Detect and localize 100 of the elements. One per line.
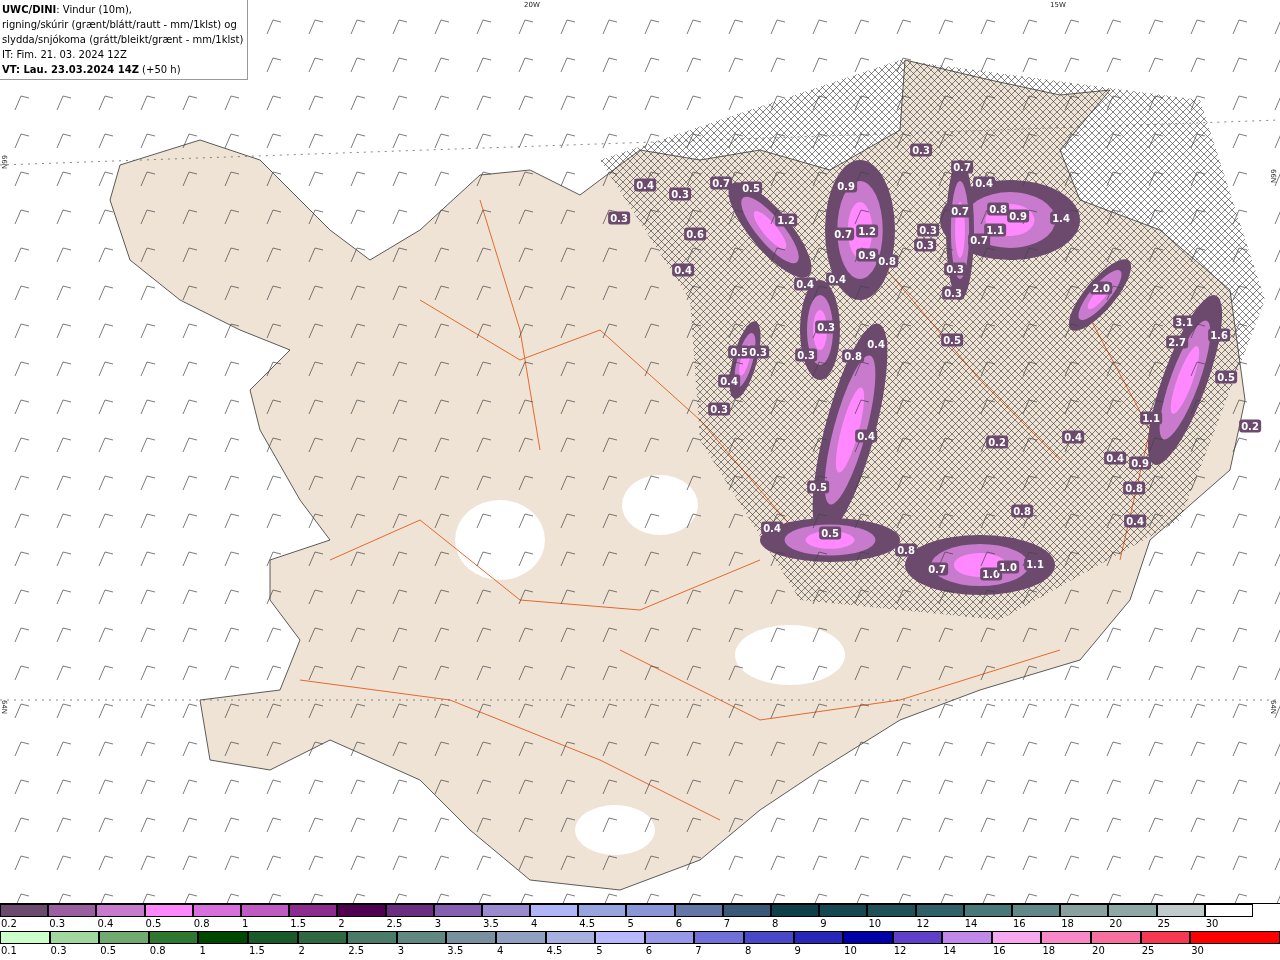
- scale-label: 12: [915, 917, 930, 931]
- scale-label: 2.5: [385, 917, 403, 931]
- value-label: 1.6: [1208, 328, 1230, 342]
- scale-label: 30: [1204, 917, 1219, 931]
- value-label: 1.2: [775, 213, 797, 227]
- scale-label: 0.4: [96, 917, 114, 931]
- value-label: 1.4: [1050, 211, 1072, 225]
- scale-label: 9: [819, 917, 827, 931]
- scale-label: 10: [867, 917, 882, 931]
- value-label: 0.3: [944, 262, 966, 276]
- value-label: 0.5: [807, 480, 829, 494]
- value-label: 2.0: [1090, 281, 1112, 295]
- value-label: 0.5: [1215, 370, 1237, 384]
- value-label: 0.3: [815, 320, 837, 334]
- value-label: 0.3: [795, 348, 817, 362]
- value-label: 0.3: [942, 286, 964, 300]
- scale-label: 8: [771, 917, 779, 931]
- scale-label: 0.8: [148, 944, 166, 958]
- value-label: 0.7: [949, 204, 971, 218]
- value-label: 0.4: [634, 178, 656, 192]
- value-label: 0.8: [895, 543, 917, 557]
- value-label: 0.3: [608, 211, 630, 225]
- value-label: 0.4: [865, 337, 887, 351]
- scale-label: 5: [626, 917, 634, 931]
- scale-label: 3: [433, 917, 442, 931]
- title-line: UWC/DINI: Vindur (10m),: [2, 3, 133, 17]
- scale-label: 0.1: [0, 944, 17, 958]
- value-label: 1.2: [856, 224, 878, 238]
- scale-label: 30: [1190, 944, 1204, 958]
- value-label: 0.5: [740, 181, 762, 195]
- scale-label: 1: [198, 944, 206, 958]
- scale-label: 4: [530, 917, 538, 931]
- value-label: 0.4: [973, 176, 995, 190]
- value-label: 0.7: [710, 176, 732, 190]
- value-label: 0.5: [819, 526, 841, 540]
- value-label: 0.4: [672, 263, 694, 277]
- scale-label: 3: [396, 944, 405, 958]
- scale-label: 0.5: [144, 917, 162, 931]
- scale-label: 5: [595, 944, 603, 958]
- value-label: 0.5: [728, 345, 750, 359]
- scale-label: 0.2: [0, 917, 17, 931]
- title-line: VT: Lau. 23.03.2024 14Z (+50 h): [2, 63, 182, 77]
- scale-label: 4.5: [578, 917, 596, 931]
- value-label: 0.3: [747, 345, 769, 359]
- value-label: 0.8: [987, 202, 1009, 216]
- scale-label: 25: [1140, 944, 1155, 958]
- title-line: rigning/skúrir (grænt/blátt/rautt - mm/1klst) og: [2, 18, 238, 32]
- value-label: 0.3: [914, 238, 936, 252]
- value-label: 0.3: [910, 143, 932, 157]
- scale-label: 3.5: [481, 917, 499, 931]
- value-label: 0.8: [1123, 481, 1145, 495]
- scale-label: 0.8: [192, 917, 210, 931]
- scale-label: 7: [694, 944, 702, 958]
- value-label: 0.9: [856, 248, 878, 262]
- scale-label: 14: [942, 944, 956, 958]
- scale-label: 2: [297, 944, 305, 958]
- scale-label: 1.5: [289, 917, 307, 931]
- value-label: 0.8: [1011, 504, 1033, 518]
- scale-label: 6: [674, 917, 682, 931]
- scale-label: 1: [240, 917, 249, 931]
- value-label: 1.1: [1024, 557, 1046, 571]
- value-label: 0.4: [826, 272, 848, 286]
- value-label: 0.9: [1007, 209, 1029, 223]
- value-label: 0.3: [708, 402, 730, 416]
- value-label: 1.1: [984, 223, 1006, 237]
- scale-label: 18: [1041, 944, 1056, 958]
- scale-label: 3.5: [446, 944, 464, 958]
- scale-label: 4: [495, 944, 504, 958]
- value-label: 0.6: [684, 227, 706, 241]
- scale-label: 18: [1060, 917, 1074, 931]
- value-label: 0.9: [1129, 456, 1151, 470]
- scale-label: 8: [743, 944, 752, 958]
- scale-label: 0.3: [48, 917, 66, 931]
- scale-label: 16: [1011, 917, 1026, 931]
- value-label: 0.4: [1062, 430, 1084, 444]
- value-label: 0.4: [794, 277, 816, 291]
- value-label: 0.4: [1104, 451, 1126, 465]
- scale-label: 6: [644, 944, 653, 958]
- scale-label: 14: [963, 917, 978, 931]
- value-label: 0.4: [761, 521, 783, 535]
- value-label: 0.9: [835, 179, 857, 193]
- scale-label: 16: [991, 944, 1006, 958]
- value-label: 0.3: [669, 187, 691, 201]
- scale-label: 20: [1091, 944, 1105, 958]
- scale-label: 2.5: [347, 944, 365, 958]
- scale-label: 9: [793, 944, 801, 958]
- value-label: 0.7: [951, 160, 973, 174]
- value-label: 0.8: [842, 349, 864, 363]
- value-label: 0.4: [855, 429, 877, 443]
- scale-label: 25: [1156, 917, 1171, 931]
- value-label: 2.7: [1166, 335, 1188, 349]
- value-label: 0.4: [1124, 514, 1146, 528]
- scale-label: 20: [1108, 917, 1123, 931]
- value-label: 0.7: [926, 562, 948, 576]
- scale-label: 1.5: [247, 944, 265, 958]
- value-label: 3.1: [1173, 315, 1195, 329]
- title-line: slydda/snjókoma (grátt/bleikt/grænt - mm/1klst): [2, 33, 244, 47]
- scale-label: 12: [892, 944, 907, 958]
- value-label: 0.2: [1239, 419, 1261, 433]
- title-line: IT: Fim. 21. 03. 2024 12Z: [2, 48, 128, 62]
